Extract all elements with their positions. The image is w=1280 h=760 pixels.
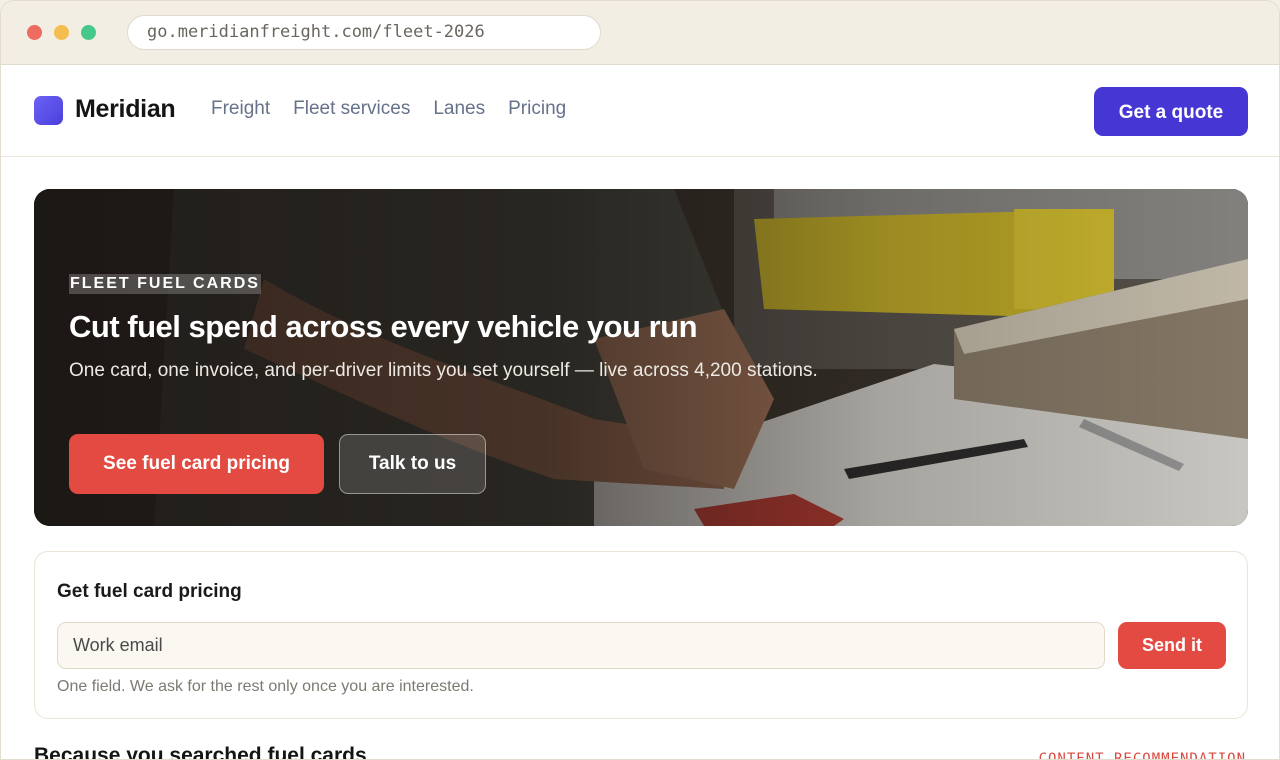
send-button[interactable]: Send it (1118, 622, 1226, 669)
see-pricing-button[interactable]: See fuel card pricing (69, 434, 324, 494)
hero-banner: FLEET FUEL CARDS Cut fuel spend across e… (34, 189, 1248, 526)
address-bar[interactable]: go.meridianfreight.com/fleet-2026 (127, 15, 601, 50)
browser-chrome: go.meridianfreight.com/fleet-2026 (1, 1, 1279, 65)
nav-link-freight[interactable]: Freight (211, 98, 270, 120)
minimize-window-button[interactable] (54, 25, 69, 40)
form-note: One field. We ask for the rest only once… (57, 678, 474, 695)
browser-window: go.meridianfreight.com/fleet-2026 Meridi… (0, 0, 1280, 760)
nav-link-fleet-services[interactable]: Fleet services (293, 98, 410, 120)
hero-subtitle: One card, one invoice, and per-driver li… (69, 360, 818, 381)
site-header: Meridian Freight Fleet services Lanes Pr… (1, 65, 1279, 157)
form-title: Get fuel card pricing (57, 581, 242, 602)
main-nav: Freight Fleet services Lanes Pricing (211, 98, 566, 120)
close-window-button[interactable] (27, 25, 42, 40)
brand-name[interactable]: Meridian (75, 95, 176, 124)
talk-to-us-button[interactable]: Talk to us (339, 434, 486, 494)
work-email-input[interactable] (57, 622, 1105, 669)
nav-link-pricing[interactable]: Pricing (508, 98, 566, 120)
pricing-form-card: Get fuel card pricing Send it One field.… (34, 551, 1248, 719)
recommendations-title: Because you searched fuel cards (34, 744, 367, 760)
nav-link-lanes[interactable]: Lanes (433, 98, 485, 120)
hero-eyebrow: FLEET FUEL CARDS (69, 274, 261, 294)
content-recommendation-tag: CONTENT RECOMMENDATION (1038, 751, 1246, 760)
brand-logo-icon[interactable] (34, 96, 63, 125)
maximize-window-button[interactable] (81, 25, 96, 40)
hero-title: Cut fuel spend across every vehicle you … (69, 309, 698, 344)
get-quote-button[interactable]: Get a quote (1094, 87, 1248, 136)
